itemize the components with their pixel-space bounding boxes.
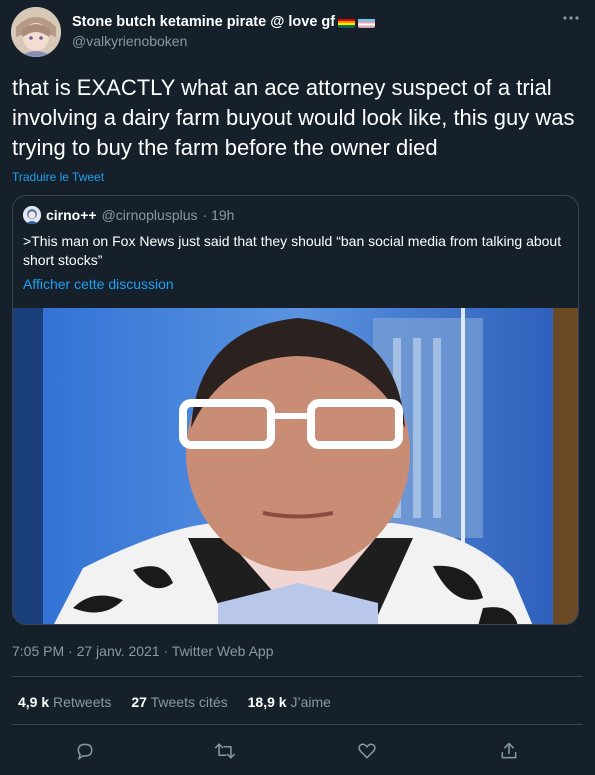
rainbow-flag-icon xyxy=(338,17,356,28)
tweet-timestamp[interactable]: 7:05 PM · 27 janv. 2021 · Twitter Web Ap… xyxy=(12,643,273,659)
tweet-text: that is EXACTLY what an ace attorney sus… xyxy=(12,75,575,160)
show-thread-link[interactable]: Afficher cette discussion xyxy=(23,276,174,292)
more-icon[interactable] xyxy=(562,8,580,26)
quote-author-handle[interactable]: @cirnoplusplus xyxy=(102,207,198,223)
engagement-stats: 4,9 k Retweets 27 Tweets cités 18,9 k J’… xyxy=(18,694,331,710)
quoted-tweet[interactable]: cirno++ @cirnoplusplus · 19h >This man o… xyxy=(12,195,579,625)
avatar[interactable] xyxy=(11,7,61,57)
retweets-stat[interactable]: 4,9 k Retweets xyxy=(18,694,111,710)
likes-stat[interactable]: 18,9 k J’aime xyxy=(248,694,331,710)
reply-icon[interactable] xyxy=(70,736,100,766)
action-bar xyxy=(0,736,595,766)
quote-tweets-stat[interactable]: 27 Tweets cités xyxy=(131,694,227,710)
quote-text: >This man on Fox News just said that the… xyxy=(23,233,562,268)
share-icon[interactable] xyxy=(494,736,524,766)
retweet-icon[interactable] xyxy=(210,736,240,766)
like-icon[interactable] xyxy=(352,736,382,766)
quote-avatar[interactable] xyxy=(23,206,41,224)
quote-author-name[interactable]: cirno++ xyxy=(46,207,97,223)
divider xyxy=(12,676,583,677)
author-handle[interactable]: @valkyrienoboken xyxy=(72,33,187,49)
translate-link[interactable]: Traduire le Tweet xyxy=(12,170,104,184)
quote-photo[interactable] xyxy=(13,308,578,624)
author-name[interactable]: Stone butch ketamine pirate @ love gf xyxy=(72,14,335,30)
tweet-detail: Stone butch ketamine pirate @ love gf @v… xyxy=(0,0,595,775)
divider xyxy=(12,724,583,725)
quote-time[interactable]: · 19h xyxy=(203,207,235,223)
trans-flag-icon xyxy=(358,17,376,28)
